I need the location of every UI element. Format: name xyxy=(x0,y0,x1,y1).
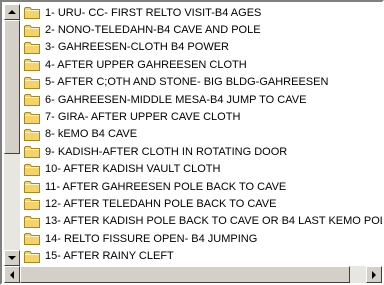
arrow-down-icon xyxy=(8,256,16,260)
folder-icon xyxy=(24,146,40,159)
scroll-up-button[interactable] xyxy=(4,4,20,20)
folder-icon xyxy=(24,163,40,176)
list-item-label: 15- AFTER RAINY CLEFT xyxy=(45,250,174,263)
list-item[interactable]: 14- RELTO FISSURE OPEN- B4 JUMPING xyxy=(24,230,382,247)
list-item[interactable]: 10- AFTER KADISH VAULT CLOTH xyxy=(24,161,382,178)
list-item[interactable]: 3- GAHREESEN-CLOTH B4 POWER xyxy=(24,39,382,56)
vertical-scrollbar[interactable] xyxy=(4,4,20,266)
list-item-label: 13- AFTER KADISH POLE BACK TO CAVE OR B4… xyxy=(45,215,382,228)
vertical-scroll-thumb[interactable] xyxy=(4,20,20,154)
list-item[interactable]: 8- kEMO B4 CAVE xyxy=(24,126,382,143)
list-item[interactable]: 4- AFTER UPPER GAHREESEN CLOTH xyxy=(24,56,382,73)
list-item-label: 8- kEMO B4 CAVE xyxy=(45,128,138,141)
list-item-label: 7- GIRA- AFTER UPPER CAVE CLOTH xyxy=(45,111,241,124)
horizontal-scroll-thumb[interactable] xyxy=(20,266,350,283)
list-item-label: 2- NONO-TELEDAHN-B4 CAVE AND POLE xyxy=(45,24,261,37)
list-item-label: 9- KADISH-AFTER CLOTH IN ROTATING DOOR xyxy=(45,145,288,158)
list-item[interactable]: 11- AFTER GAHREESEN POLE BACK TO CAVE xyxy=(24,178,382,195)
list-item-label: 11- AFTER GAHREESEN POLE BACK TO CAVE xyxy=(45,180,287,193)
arrow-left-icon xyxy=(10,270,14,279)
list-item-label: 12- AFTER TELEDAHN POLE BACK TO CAVE xyxy=(45,197,277,210)
folder-icon xyxy=(24,76,40,89)
folder-list-view: 1- URU- CC- FIRST RELTO VISIT-B4 AGES 2- … xyxy=(0,0,384,285)
list-item-label: 14- RELTO FISSURE OPEN- B4 JUMPING xyxy=(45,232,258,245)
folder-icon xyxy=(24,233,40,246)
folder-list: 1- URU- CC- FIRST RELTO VISIT-B4 AGES 2- … xyxy=(24,4,382,266)
list-item-label: 6- GAHREESEN-MIDDLE MESA-B4 JUMP TO CAVE xyxy=(45,93,307,106)
folder-icon xyxy=(24,215,40,228)
list-item[interactable]: 13- AFTER KADISH POLE BACK TO CAVE OR B4… xyxy=(24,213,382,230)
folder-icon xyxy=(24,181,40,194)
list-item[interactable]: 9- KADISH-AFTER CLOTH IN ROTATING DOOR xyxy=(24,143,382,160)
folder-icon xyxy=(24,128,40,141)
list-item[interactable]: 7- GIRA- AFTER UPPER CAVE CLOTH xyxy=(24,108,382,125)
folder-icon xyxy=(24,41,40,54)
list-item[interactable]: 2- NONO-TELEDAHN-B4 CAVE AND POLE xyxy=(24,21,382,38)
folder-icon xyxy=(24,59,40,72)
scroll-left-button[interactable] xyxy=(4,266,20,283)
horizontal-scrollbar[interactable] xyxy=(4,266,382,283)
folder-icon xyxy=(24,7,40,20)
list-item-label: 4- AFTER UPPER GAHREESEN CLOTH xyxy=(45,58,247,71)
list-item-label: 1- URU- CC- FIRST RELTO VISIT-B4 AGES xyxy=(45,6,262,19)
arrow-up-icon xyxy=(8,10,16,14)
scroll-down-button[interactable] xyxy=(4,250,20,266)
list-item[interactable]: 5- AFTER C;OTH AND STONE- BIG BLDG-GAHRE… xyxy=(24,74,382,91)
scroll-right-button[interactable] xyxy=(366,266,382,283)
list-item-label: 10- AFTER KADISH VAULT CLOTH xyxy=(45,163,221,176)
folder-icon xyxy=(24,198,40,211)
folder-icon xyxy=(24,24,40,37)
list-item-label: 5- AFTER C;OTH AND STONE- BIG BLDG-GAHRE… xyxy=(45,76,329,89)
list-item-label: 3- GAHREESEN-CLOTH B4 POWER xyxy=(45,41,229,54)
list-item[interactable]: 15- AFTER RAINY CLEFT xyxy=(24,247,382,264)
list-item[interactable]: 1- URU- CC- FIRST RELTO VISIT-B4 AGES xyxy=(24,4,382,21)
arrow-right-icon xyxy=(372,270,376,279)
list-item[interactable]: 12- AFTER TELEDAHN POLE BACK TO CAVE xyxy=(24,195,382,212)
list-item[interactable]: 6- GAHREESEN-MIDDLE MESA-B4 JUMP TO CAVE xyxy=(24,91,382,108)
folder-icon xyxy=(24,111,40,124)
folder-icon xyxy=(24,94,40,107)
folder-icon xyxy=(24,250,40,263)
